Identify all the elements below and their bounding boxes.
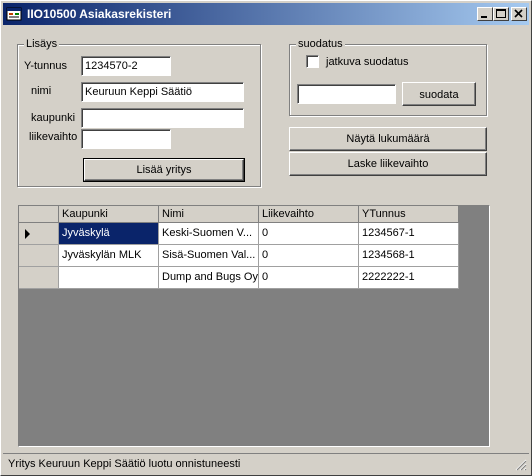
status-bar: Yritys Keuruun Keppi Säätiö luotu onnist… — [3, 453, 529, 473]
main-window: IIO10500 Asiakasrekisteri Lisäys Y-tunnu… — [0, 0, 532, 476]
continuous-filter-checkbox[interactable] — [306, 55, 319, 68]
table-cell[interactable]: 0 — [259, 245, 359, 267]
maximize-button[interactable] — [493, 7, 509, 21]
row-header[interactable] — [19, 267, 59, 289]
filter-input[interactable] — [297, 84, 396, 104]
status-text: Yritys Keuruun Keppi Säätiö luotu onnist… — [8, 458, 241, 470]
column-header-ytunnus[interactable]: YTunnus — [359, 206, 459, 223]
close-button[interactable] — [511, 7, 527, 21]
grid-corner[interactable] — [19, 206, 59, 223]
table-cell[interactable]: 1234567-1 — [359, 223, 459, 245]
close-icon — [514, 9, 523, 18]
table-cell[interactable]: 0 — [259, 223, 359, 245]
title-bar[interactable]: IIO10500 Asiakasrekisteri — [3, 3, 529, 25]
resize-grip-icon[interactable] — [515, 459, 527, 471]
column-header-nimi[interactable]: Nimi — [159, 206, 259, 223]
continuous-filter-label: jatkuva suodatus — [326, 56, 409, 68]
minimize-button[interactable] — [477, 7, 493, 21]
show-count-button[interactable]: Näytä lukumäärä — [289, 127, 487, 151]
liikevaihto-field[interactable] — [81, 129, 171, 149]
table-cell[interactable]: Dump and Bugs Oy — [159, 267, 259, 289]
maximize-icon — [496, 9, 506, 18]
kaupunki-label: kaupunki — [31, 112, 76, 124]
companies-grid[interactable]: Kaupunki Nimi Liikevaihto YTunnus Jyväsk… — [18, 205, 490, 447]
ytunnus-label: Y-tunnus — [24, 60, 68, 72]
kaupunki-field[interactable] — [81, 108, 244, 128]
table-cell[interactable]: Jyväskylä — [59, 223, 159, 245]
window-title: IIO10500 Asiakasrekisteri — [27, 7, 172, 21]
table-cell[interactable]: 1234568-1 — [359, 245, 459, 267]
table-cell[interactable]: Keski-Suomen V... — [159, 223, 259, 245]
row-pointer-icon — [25, 229, 30, 239]
column-header-liikevaihto[interactable]: Liikevaihto — [259, 206, 359, 223]
ytunnus-field[interactable]: 1234570-2 — [81, 56, 171, 76]
sum-revenue-button[interactable]: Laske liikevaihto — [289, 152, 487, 176]
suodatus-legend: suodatus — [296, 38, 345, 50]
table-cell[interactable]: Sisä-Suomen Val... — [159, 245, 259, 267]
form-icon — [6, 7, 22, 21]
table-cell[interactable] — [59, 267, 159, 289]
nimi-label: nimi — [31, 85, 52, 97]
table-cell[interactable]: Jyväskylän MLK — [59, 245, 159, 267]
row-header[interactable] — [19, 245, 59, 267]
liikevaihto-label: liikevaihto — [29, 131, 78, 143]
row-header[interactable] — [19, 223, 59, 245]
lisays-legend: Lisäys — [24, 38, 60, 50]
table-cell[interactable]: 2222222-1 — [359, 267, 459, 289]
table-cell[interactable]: 0 — [259, 267, 359, 289]
minimize-icon — [481, 16, 487, 18]
add-company-button[interactable]: Lisää yritys — [83, 158, 245, 182]
filter-button[interactable]: suodata — [402, 82, 476, 106]
nimi-field[interactable]: Keuruun Keppi Säätiö — [81, 82, 244, 102]
column-header-kaupunki[interactable]: Kaupunki — [59, 206, 159, 223]
